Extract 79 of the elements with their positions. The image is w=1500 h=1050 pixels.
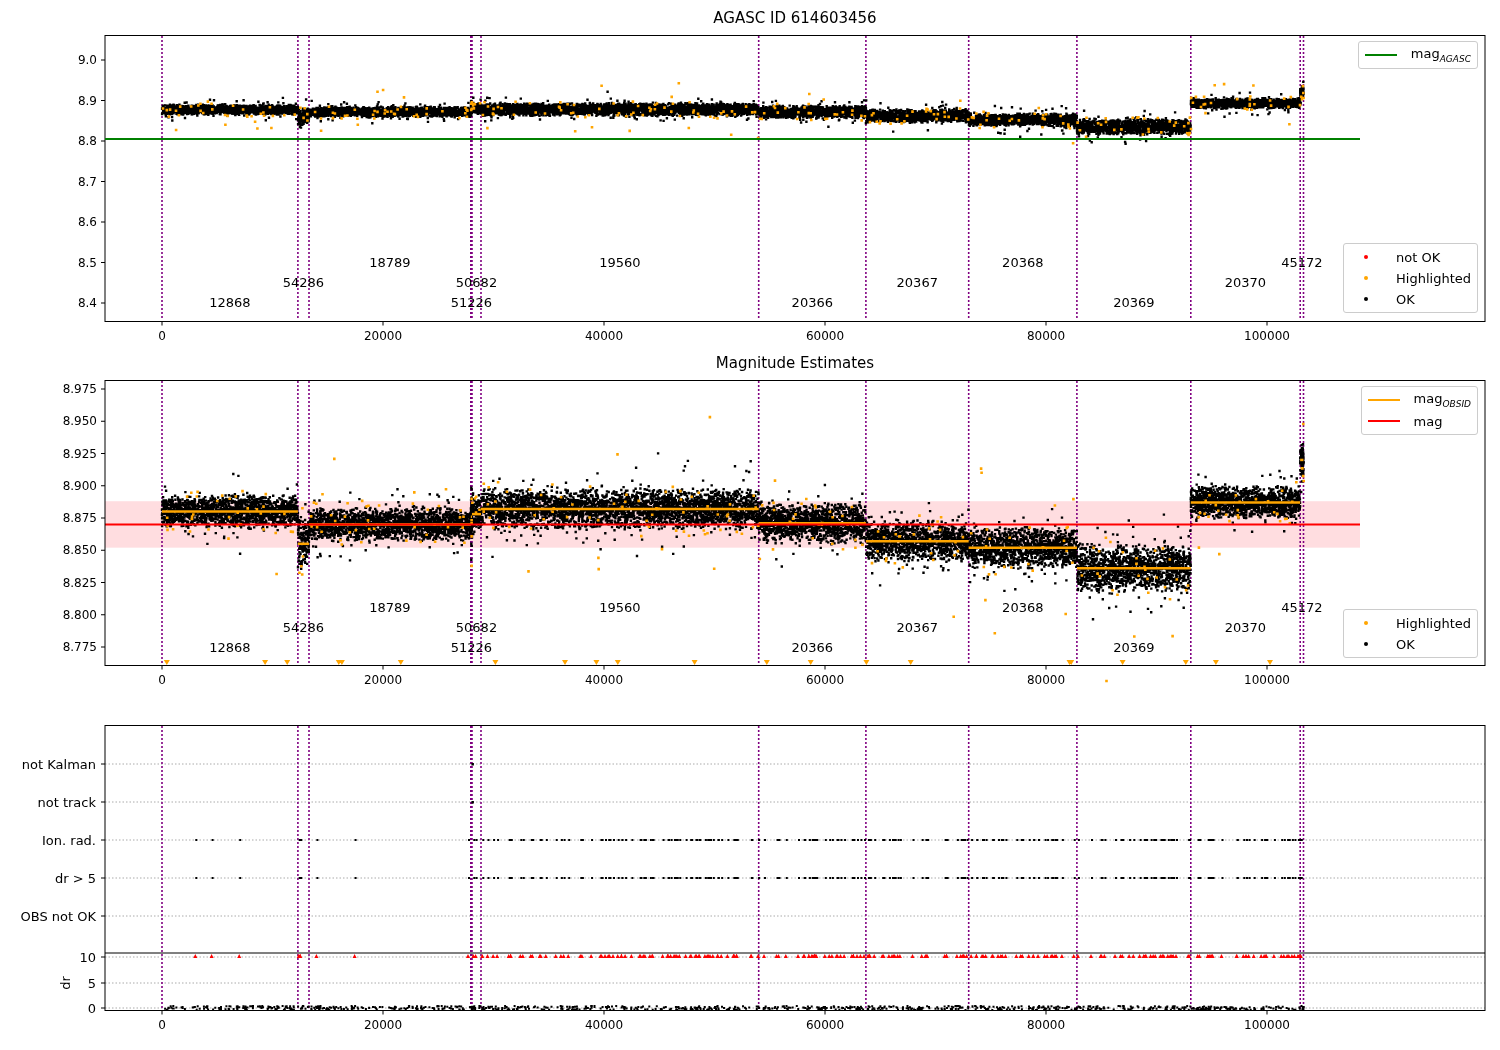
- obsid-label: 20369: [1113, 295, 1155, 310]
- axis-tick-label: 8.900: [62, 478, 97, 493]
- axis-tick-label: 60000: [805, 672, 845, 687]
- legend-label: not OK: [1396, 249, 1441, 265]
- obsid-label: 20370: [1224, 275, 1267, 290]
- axis-tick-label: 8.850: [62, 543, 97, 558]
- mean-line: [1300, 458, 1304, 462]
- axis-tick-label: 10: [79, 950, 96, 965]
- axis-tick-label: 8.4: [77, 296, 97, 310]
- obsid-label: 12868: [209, 640, 251, 655]
- axis-tick-label: 8.5: [77, 255, 97, 270]
- obsid-label: 45172: [1281, 600, 1323, 615]
- axis-tick-label: 5: [87, 976, 96, 991]
- axis-tick-label: 8.9: [77, 93, 97, 108]
- obsid-label: 20369: [1113, 640, 1155, 655]
- obsid-label: 20368: [1002, 600, 1044, 615]
- axis-label: dr: [58, 976, 73, 990]
- axis-tick-label: 100000: [1244, 328, 1290, 343]
- obsid-label: 18789: [369, 255, 411, 270]
- obsid-label: 20366: [791, 295, 833, 310]
- axis-tick-label: 8.975: [62, 382, 97, 396]
- axis-tick-label: 8.950: [62, 414, 97, 429]
- axis-tick-label: 8.8: [77, 134, 97, 148]
- obsid-label: 19560: [599, 600, 641, 615]
- obsid-label: 20366: [791, 640, 833, 655]
- axis-tick-label: 0: [87, 1001, 96, 1016]
- row-label: not Kalman: [21, 757, 96, 772]
- axis-tick-label: 8.775: [62, 640, 97, 654]
- obsid-label: 20367: [896, 620, 938, 635]
- axis-tick-label: 0: [158, 672, 166, 687]
- chart-title: Magnitude Estimates: [715, 353, 875, 372]
- axis-tick-label: 8.875: [62, 511, 97, 525]
- obsid-label: 12868: [209, 295, 251, 310]
- obsid-label: 20370: [1224, 620, 1267, 635]
- legend-label: mag$_{AGASC}$: [1410, 46, 1471, 64]
- legend-label: OK: [1396, 291, 1415, 307]
- axis-tick-label: 60000: [805, 1017, 845, 1032]
- axis-tick-label: 100000: [1244, 1017, 1290, 1032]
- axis-tick-label: 0: [158, 1017, 166, 1032]
- obsid-label: 20367: [896, 275, 938, 290]
- axis-tick-label: 8.800: [62, 607, 97, 622]
- row-label: Ion. rad.: [42, 833, 96, 848]
- axis-tick-label: 40000: [584, 1017, 624, 1032]
- obsid-label: 20368: [1002, 255, 1044, 270]
- obsid-label: 50682: [455, 275, 498, 290]
- obsid-label: 50682: [455, 620, 498, 635]
- obsid-label: 45172: [1281, 255, 1323, 270]
- obsid-label: 54286: [282, 275, 325, 290]
- axis-tick-label: 8.925: [62, 446, 97, 461]
- axis-tick-label: 40000: [584, 672, 624, 687]
- axis-tick-label: 40000: [584, 328, 624, 343]
- axis-tick-label: 9.0: [77, 53, 97, 67]
- legend-label: mag: [1413, 413, 1443, 429]
- axis-tick-label: 80000: [1026, 1017, 1066, 1032]
- obsid-label: 54286: [282, 620, 325, 635]
- axis-tick-label: 80000: [1026, 672, 1066, 687]
- axis-tick-label: 8.6: [77, 215, 97, 229]
- axis-tick-label: 80000: [1026, 328, 1066, 343]
- axis-tick-label: 8.825: [62, 575, 97, 590]
- legend-label: Highlighted: [1396, 270, 1471, 286]
- obsid-label: 51226: [450, 640, 493, 655]
- mean-line: [297, 542, 309, 546]
- axis-tick-label: 8.7: [77, 174, 97, 189]
- legend-label: mag$_{OBSID}$: [1413, 391, 1471, 409]
- axis-tick-label: 0: [158, 328, 166, 343]
- legend-label: OK: [1396, 636, 1415, 652]
- chart-title: AGASC ID 614603456: [713, 8, 877, 27]
- row-label: OBS not OK: [20, 909, 96, 924]
- axis-tick-label: 100000: [1244, 672, 1290, 687]
- obsid-label: 18789: [369, 600, 411, 615]
- axis-tick-label: 20000: [363, 1017, 403, 1032]
- axis-tick-label: 60000: [805, 328, 845, 343]
- obsid-label: 19560: [599, 255, 641, 270]
- legend-label: Highlighted: [1396, 615, 1471, 631]
- axis-tick-label: 20000: [363, 328, 403, 343]
- obsid-label: 51226: [450, 295, 493, 310]
- row-label: dr > 5: [54, 871, 96, 886]
- row-label: not track: [37, 795, 96, 810]
- axis-tick-label: 20000: [363, 672, 403, 687]
